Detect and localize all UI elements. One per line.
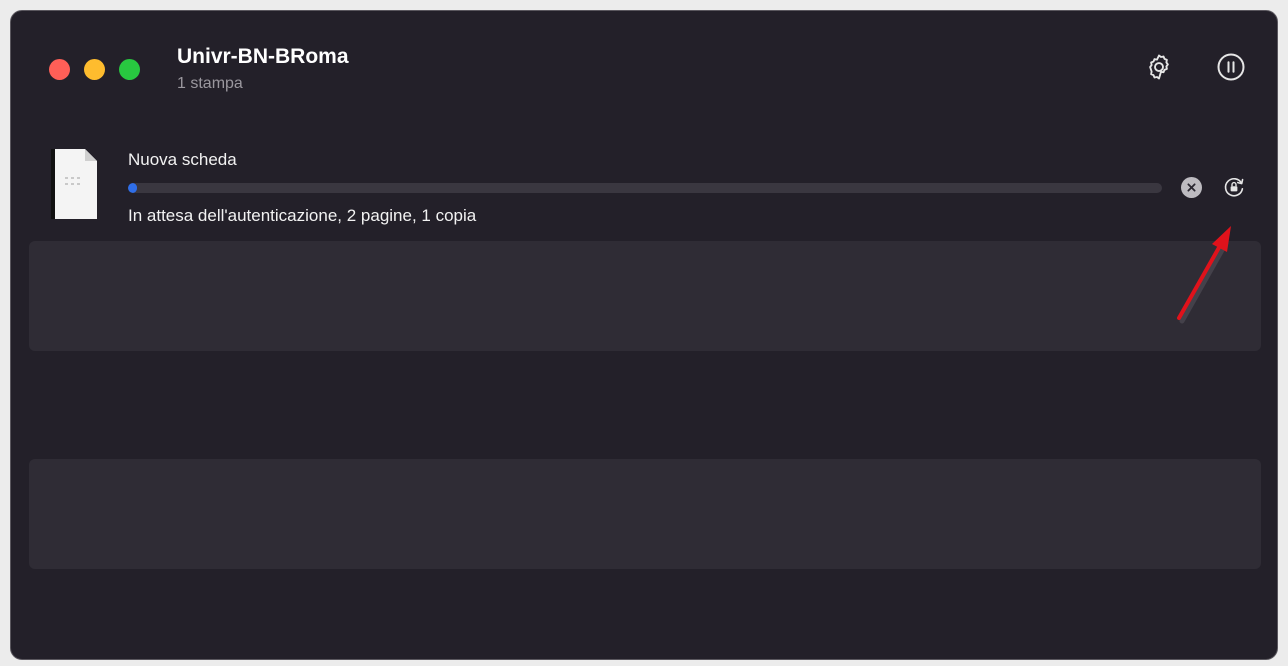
close-icon [1187, 183, 1196, 192]
job-status: In attesa dell'autenticazione, 2 pagine,… [128, 206, 477, 225]
job-count: 1 stampa [177, 75, 243, 92]
printer-name: Univr-BN-BRoma [177, 45, 349, 68]
job-name: Nuova scheda [128, 150, 237, 169]
lock-refresh-icon [1224, 177, 1244, 197]
gear-icon [1149, 54, 1169, 80]
job-progress-bar [128, 183, 1162, 193]
empty-queue-row [29, 459, 1261, 569]
job-progress-fill [128, 183, 137, 193]
close-window-button[interactable] [49, 59, 70, 80]
cancel-job-button[interactable] [1181, 177, 1202, 198]
pause-circle-icon [1217, 53, 1245, 81]
document-icon [51, 149, 97, 219]
window-controls [49, 59, 140, 80]
empty-queue-row [29, 241, 1261, 351]
minimize-window-button[interactable] [84, 59, 105, 80]
print-queue-window: Univr-BN-BRoma 1 stampa Nuova scheda In … [10, 10, 1278, 660]
document-thumbnail [51, 147, 97, 219]
printer-settings-button[interactable] [1143, 51, 1175, 83]
annotation-arrow [1177, 226, 1231, 324]
zoom-window-button[interactable] [119, 59, 140, 80]
authenticate-resume-button[interactable] [1221, 174, 1247, 200]
pause-printer-button[interactable] [1215, 51, 1247, 83]
